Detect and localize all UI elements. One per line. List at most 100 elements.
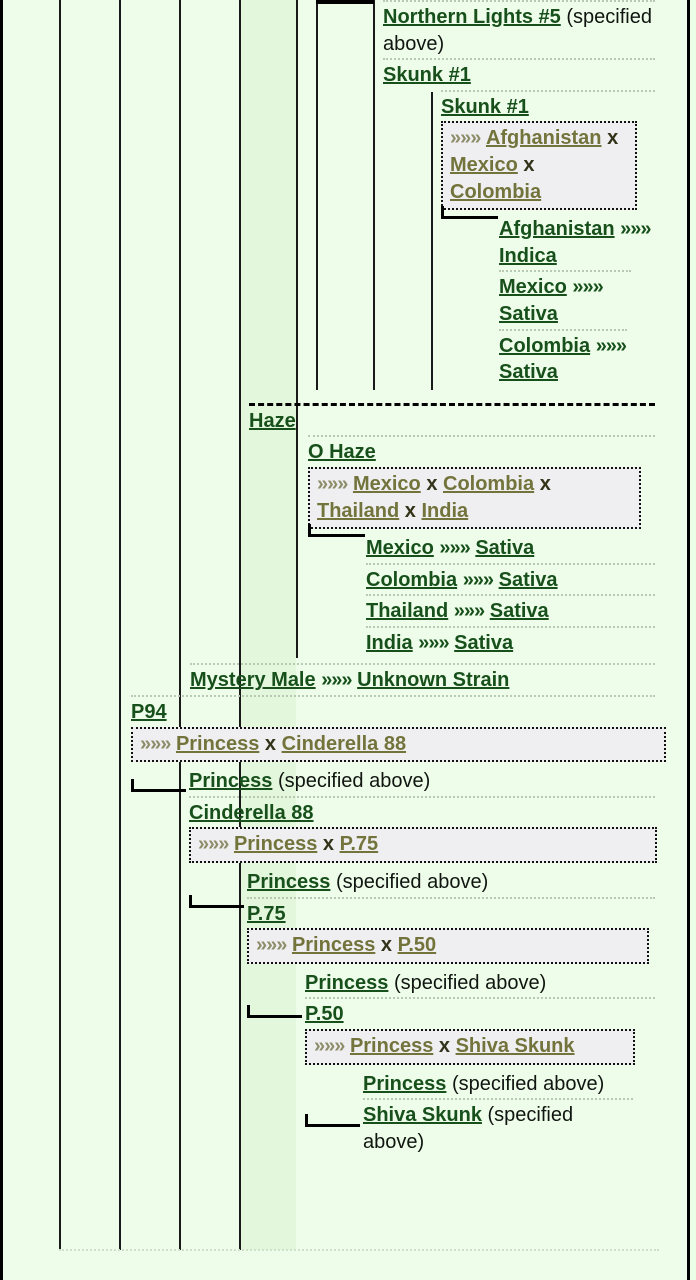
link-haze[interactable]: Haze: [249, 410, 296, 432]
cross-elbow-connector: [305, 1114, 360, 1127]
node-mexico-1: Mexico »»» Sativa: [499, 270, 631, 328]
cross-elbow-connector: [247, 1005, 302, 1018]
link-p50[interactable]: P.50: [305, 1003, 344, 1025]
link-sativa[interactable]: Sativa: [490, 600, 549, 622]
node-o-haze: O Haze: [308, 435, 655, 467]
cross-elbow-connector: [189, 895, 244, 908]
link-mystery-male[interactable]: Mystery Male: [190, 669, 316, 691]
cross-parent-link[interactable]: Thailand: [317, 500, 399, 522]
node-thailand: Thailand »»» Sativa: [366, 594, 655, 626]
node-princess-2: Princess (specified above): [247, 867, 655, 897]
node-cinderella-88: Cinderella 88: [189, 795, 655, 828]
cross-parent-link[interactable]: P.50: [398, 934, 437, 956]
node-colombia-1: Colombia »»» Sativa: [499, 328, 627, 387]
link-o-haze[interactable]: O Haze: [308, 441, 376, 463]
cross-elbow-connector: [308, 524, 365, 537]
link-p75[interactable]: P.75: [247, 903, 286, 925]
note-specified-above: (specified above): [393, 971, 547, 994]
cross-separator: x: [539, 472, 551, 495]
link-princess[interactable]: Princess: [189, 770, 272, 792]
node-shiva-skunk: Shiva Skunk (specified above): [363, 1098, 633, 1156]
arrow-icon: »»»: [140, 732, 171, 755]
arrow-icon: »»»: [256, 934, 287, 957]
cross-elbow-connector: [441, 206, 498, 219]
node-p75: P.75: [247, 896, 655, 929]
cross-parent-link[interactable]: Princess: [176, 733, 259, 755]
arrow-icon: »»»: [462, 568, 494, 591]
link-sativa[interactable]: Sativa: [499, 361, 558, 383]
link-sativa[interactable]: Sativa: [499, 569, 558, 591]
arrow-icon: »»»: [595, 334, 627, 357]
link-sativa[interactable]: Sativa: [499, 303, 558, 325]
link-princess[interactable]: Princess: [247, 871, 330, 893]
cross-parent-link[interactable]: Princess: [350, 1035, 433, 1057]
link-northern-lights-5[interactable]: Northern Lights #5: [383, 6, 561, 28]
note-specified-above: (specified above): [335, 871, 489, 894]
node-india: India »»» Sativa: [366, 625, 655, 658]
arrow-icon: »»»: [321, 669, 352, 692]
cross-parent-link[interactable]: India: [421, 500, 468, 522]
cross-elbow-connector: [131, 779, 186, 792]
arrow-icon: »»»: [450, 127, 481, 150]
link-unknown-strain[interactable]: Unknown Strain: [357, 669, 509, 691]
node-afghanistan: Afghanistan »»» Indica: [499, 214, 655, 270]
link-skunk-1-child[interactable]: Skunk #1: [441, 96, 529, 118]
node-princess-1: Princess (specified above): [189, 766, 655, 796]
link-colombia[interactable]: Colombia: [366, 569, 457, 591]
cross-separator: x: [404, 499, 416, 522]
cross-parent-link[interactable]: Afghanistan: [486, 127, 602, 149]
cross-parent-link[interactable]: Shiva Skunk: [456, 1035, 575, 1057]
link-cinderella-88[interactable]: Cinderella 88: [189, 802, 314, 824]
link-colombia[interactable]: Colombia: [499, 335, 590, 357]
arrow-icon: »»»: [439, 537, 470, 560]
link-princess[interactable]: Princess: [363, 1073, 446, 1095]
arrow-icon: »»»: [198, 833, 229, 856]
link-mexico[interactable]: Mexico: [499, 276, 567, 298]
link-indica[interactable]: Indica: [499, 245, 557, 267]
cross-p94: »»» Princess x Cinderella 88: [131, 726, 666, 763]
arrow-icon: »»»: [620, 218, 651, 241]
link-afghanistan[interactable]: Afghanistan: [499, 218, 615, 240]
cross-separator: x: [380, 934, 393, 957]
node-colombia-2: Colombia »»» Sativa: [366, 562, 655, 595]
link-sativa[interactable]: Sativa: [475, 537, 534, 559]
cross-parent-link[interactable]: Princess: [292, 934, 375, 956]
cross-parent-link[interactable]: Cinderella 88: [282, 733, 407, 755]
link-p94[interactable]: P94: [131, 701, 167, 723]
cross-p50: »»» Princess x Shiva Skunk: [305, 1029, 635, 1065]
link-thailand[interactable]: Thailand: [366, 600, 448, 622]
link-princess[interactable]: Princess: [305, 972, 388, 994]
node-p50: P.50: [305, 997, 655, 1029]
cross-parent-link[interactable]: Mexico: [450, 154, 518, 176]
node-p94: P94: [131, 695, 655, 727]
cross-parent-link[interactable]: Princess: [234, 833, 317, 855]
note-specified-above: (specified above): [451, 1072, 605, 1095]
cross-parent-link[interactable]: Colombia: [443, 473, 534, 495]
cross-parent-link[interactable]: P.75: [340, 833, 379, 855]
link-sativa[interactable]: Sativa: [454, 632, 513, 654]
link-shiva-skunk[interactable]: Shiva Skunk: [363, 1104, 482, 1126]
cross-parent-link[interactable]: Colombia: [450, 181, 541, 203]
cross-p75: »»» Princess x P.50: [247, 928, 649, 964]
node-mystery-male: Mystery Male »»» Unknown Strain: [190, 663, 655, 695]
genealogy-page: Northern Lights #5 (specified above) Sku…: [0, 0, 696, 1280]
cross-parent-link[interactable]: Mexico: [353, 473, 421, 495]
node-northern-lights-5: Northern Lights #5 (specified above): [383, 0, 655, 58]
tree-frame: Northern Lights #5 (specified above) Sku…: [0, 0, 690, 1280]
node-princess-4: Princess (specified above): [363, 1069, 633, 1099]
bottom-rule: [59, 1249, 659, 1251]
link-skunk-1-parent[interactable]: Skunk #1: [383, 64, 471, 86]
link-mexico[interactable]: Mexico: [366, 537, 434, 559]
tree-content: Northern Lights #5 (specified above) Sku…: [3, 0, 693, 1156]
node-princess-3: Princess (specified above): [305, 968, 655, 998]
arrow-icon: »»»: [314, 1035, 345, 1057]
arrow-icon: »»»: [317, 472, 348, 495]
cross-separator: x: [426, 472, 438, 495]
arrow-icon: »»»: [453, 600, 485, 623]
arrow-icon: »»»: [572, 276, 603, 299]
note-specified-above: (specified above): [277, 770, 431, 793]
cross-skunk-1: »»» Afghanistan x Mexico x Colombia: [441, 121, 637, 211]
cross-o-haze: »»» Mexico x Colombia x Thailand x India: [308, 466, 641, 530]
cross-separator: x: [607, 127, 619, 150]
link-india[interactable]: India: [366, 632, 413, 654]
